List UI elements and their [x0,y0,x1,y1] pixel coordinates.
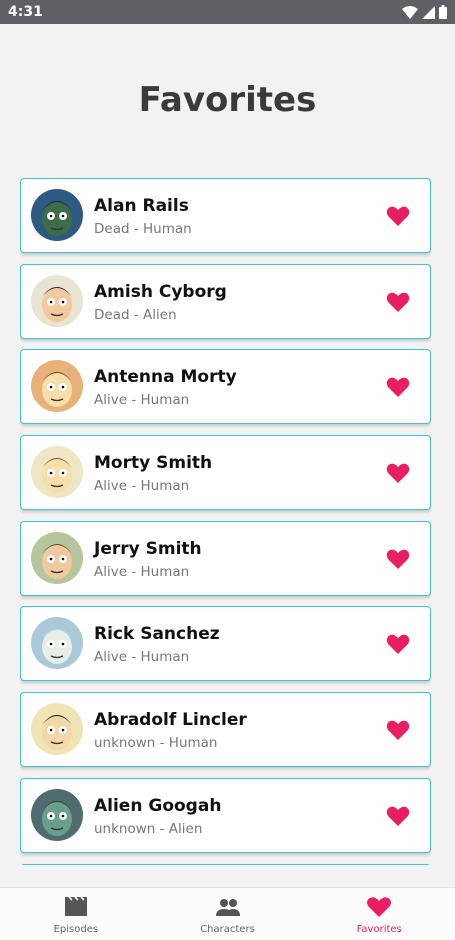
heart-icon [386,378,410,398]
heart-icon [386,463,410,484]
status-bar: 4:31 [0,0,455,24]
nav-item-characters[interactable]: Characters [152,888,304,940]
unfavorite-button[interactable] [386,548,410,570]
favorite-card[interactable]: Alan Rails Dead - Human [20,178,431,253]
heart-icon [386,292,410,312]
battery-icon [439,5,447,19]
character-name: Abradolf Lincler [94,710,247,731]
heart-icon [386,720,410,741]
unfavorite-button[interactable] [386,805,410,827]
favorite-card[interactable]: Morty Smith Alive - Human [20,435,431,511]
wifi-icon [402,5,418,19]
character-name: Alien Googah [94,795,222,816]
character-status: Alive - Human [94,392,190,409]
nav-item-favorites[interactable]: Favorites [303,888,455,940]
character-status: Dead - Alien [94,306,177,323]
character-avatar [31,189,83,241]
nav-label-characters: Characters [200,924,255,935]
nav-item-episodes[interactable]: Episodes [0,888,152,940]
heart-icon [386,206,410,226]
character-status: Alive - Human [94,563,190,580]
character-name: Rick Sanchez [94,624,220,645]
page-title: Favorites [138,80,317,120]
heart-icon [386,549,410,569]
favorite-card-partial[interactable] [20,863,431,865]
unfavorite-button[interactable] [386,291,410,313]
favorite-card[interactable]: Antenna Morty Alive - Human [20,349,431,425]
character-avatar [31,788,83,841]
character-status: Alive - Human [94,478,190,495]
character-avatar [31,274,83,327]
heart-icon [386,635,410,655]
favorite-card[interactable]: Amish Cyborg Dead - Alien [20,263,431,339]
favorites-list[interactable]: Alan Rails Dead - Human Amish Cyborg Dea… [20,178,431,865]
heart-icon [386,806,410,826]
character-name: Amish Cyborg [94,281,227,302]
nav-label-episodes: Episodes [53,924,99,935]
character-name: Morty Smith [94,453,213,474]
character-name: Alan Rails [94,196,189,216]
character-status: Alive - Human [94,649,190,666]
character-avatar [31,703,83,756]
status-time: 4:31 [8,4,43,20]
character-name: Jerry Smith [94,538,202,559]
favorite-card[interactable]: Alien Googah unknown - Alien [20,777,431,853]
character-status: unknown - Human [94,735,218,752]
favorite-card[interactable]: Jerry Smith Alive - Human [20,520,431,596]
character-avatar [31,617,83,670]
nav-label-favorites: Favorites [356,924,402,935]
unfavorite-button[interactable] [386,633,410,655]
people-icon [215,896,241,918]
character-avatar [31,360,83,413]
favorite-card[interactable]: Rick Sanchez Alive - Human [20,606,431,682]
character-avatar [31,446,83,499]
character-status: Dead - Human [94,221,192,237]
unfavorite-button[interactable] [386,376,410,398]
unfavorite-button[interactable] [386,462,410,484]
heart-icon [366,896,392,918]
unfavorite-button[interactable] [386,719,410,741]
favorite-card[interactable]: Abradolf Lincler unknown - Human [20,692,431,768]
unfavorite-button[interactable] [386,205,410,227]
character-avatar [31,531,83,584]
clapperboard-icon [63,896,89,918]
signal-icon [422,5,435,19]
status-icons [402,5,447,19]
character-status: unknown - Alien [94,820,203,837]
bottom-nav: Episodes Characters Favorites [0,887,455,940]
character-name: Antenna Morty [94,367,237,388]
